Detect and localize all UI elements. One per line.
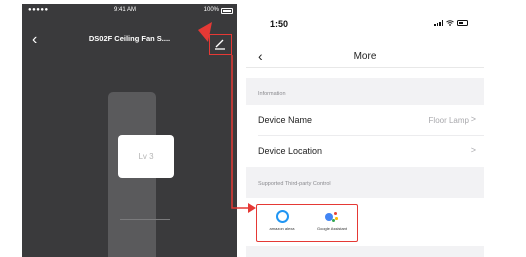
- battery-percent: 100%: [203, 7, 219, 13]
- status-time: 9:41 AM: [114, 7, 137, 13]
- navigation-bar: ‹ DS02F Ceiling Fan S....: [22, 30, 237, 54]
- navigation-bar: ‹ More: [246, 46, 484, 68]
- status-time: 1:50: [270, 19, 289, 29]
- left-phone-screen: ●●●●● 9:41 AM 100% ‹ DS02F Ceiling Fan S…: [22, 4, 237, 257]
- chevron-right-icon: >: [470, 114, 476, 124]
- carrier-signal: ●●●●●: [28, 7, 49, 13]
- google-assistant-option[interactable]: Google Assistant: [309, 210, 355, 231]
- battery-icon: [457, 20, 468, 26]
- alexa-label: amazon alexa: [269, 226, 295, 231]
- edit-highlight-box: [209, 34, 232, 55]
- fan-level-label: Lv 3: [138, 152, 154, 161]
- device-location-label: Device Location: [258, 146, 323, 156]
- slider-divider: [120, 219, 170, 220]
- battery-icon: [221, 8, 233, 14]
- google-assistant-icon: [324, 210, 340, 223]
- page-title: DS02F Ceiling Fan S....: [88, 34, 171, 43]
- chevron-left-icon[interactable]: ‹: [32, 30, 37, 50]
- wifi-icon: [446, 20, 454, 26]
- third-party-control-area: amazon alexa Google Assistant: [246, 198, 484, 246]
- device-location-row[interactable]: Device Location >: [246, 136, 484, 166]
- section-header-third-party: Supported Third-party Control: [246, 167, 484, 198]
- device-name-label: Device Name: [258, 115, 313, 125]
- bottom-section: [246, 246, 484, 257]
- right-phone-screen: 1:50 ‹ More Information Device Name Floo…: [246, 10, 484, 257]
- alexa-option[interactable]: amazon alexa: [259, 210, 305, 231]
- chevron-right-icon: >: [470, 145, 476, 155]
- cellular-signal-icon: [434, 20, 443, 26]
- page-title: More: [353, 51, 377, 62]
- device-name-row[interactable]: Device Name Floor Lamp >: [246, 105, 484, 135]
- section-header-information: Information: [246, 78, 484, 105]
- status-bar: 1:50: [246, 10, 484, 34]
- third-party-highlight-box: amazon alexa Google Assistant: [256, 204, 358, 242]
- status-bar: ●●●●● 9:41 AM 100%: [22, 4, 237, 18]
- device-name-value: Floor Lamp: [428, 116, 469, 125]
- google-assistant-label: Google Assistant: [316, 226, 348, 231]
- alexa-icon: [275, 210, 289, 223]
- slider-thumb[interactable]: Lv 3: [118, 135, 174, 178]
